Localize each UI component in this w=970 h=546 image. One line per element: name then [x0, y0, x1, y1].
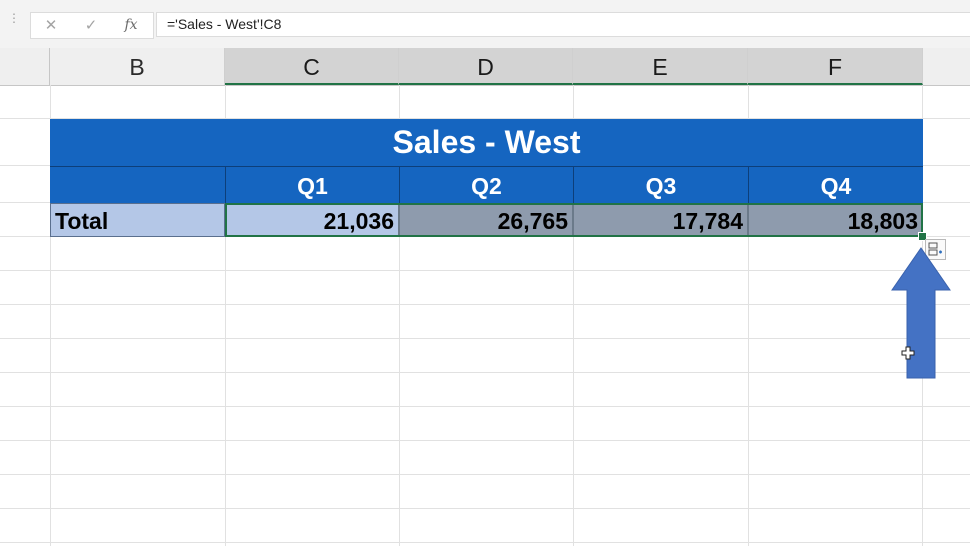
- header-q4[interactable]: Q4: [748, 166, 923, 203]
- total-q4-cell[interactable]: 18,803: [748, 203, 923, 237]
- total-q2-cell[interactable]: 26,765: [399, 203, 573, 237]
- insert-function-button[interactable]: fx: [116, 13, 146, 38]
- header-blank-cell[interactable]: [50, 166, 225, 203]
- formula-bar: ⋮ ✕ ✓ fx ='Sales - West'!C8: [0, 0, 970, 49]
- formula-buttons: ✕ ✓ fx: [30, 12, 154, 39]
- table-title[interactable]: Sales - West: [50, 119, 923, 166]
- column-header-g[interactable]: [923, 48, 970, 85]
- column-header-row: B C D E F: [0, 48, 970, 86]
- header-q2[interactable]: Q2: [399, 166, 573, 203]
- grip-icon[interactable]: ⋮: [8, 12, 20, 33]
- column-header-d[interactable]: D: [399, 48, 573, 85]
- check-icon[interactable]: ✓: [76, 13, 106, 38]
- cell-cursor-icon: [901, 346, 915, 360]
- total-q1-cell[interactable]: 21,036: [225, 203, 399, 237]
- header-q1[interactable]: Q1: [225, 166, 399, 203]
- header-q3[interactable]: Q3: [573, 166, 748, 203]
- total-q3-cell[interactable]: 17,784: [573, 203, 748, 237]
- column-header-e[interactable]: E: [573, 48, 748, 85]
- total-label-cell[interactable]: Total: [50, 203, 225, 237]
- select-all-corner[interactable]: [0, 48, 50, 85]
- column-header-b[interactable]: B: [50, 48, 225, 85]
- close-icon[interactable]: ✕: [36, 13, 66, 38]
- up-arrow-icon: [891, 247, 951, 379]
- column-header-c[interactable]: C: [225, 48, 399, 85]
- column-header-f[interactable]: F: [748, 48, 923, 85]
- formula-input[interactable]: ='Sales - West'!C8: [156, 12, 970, 37]
